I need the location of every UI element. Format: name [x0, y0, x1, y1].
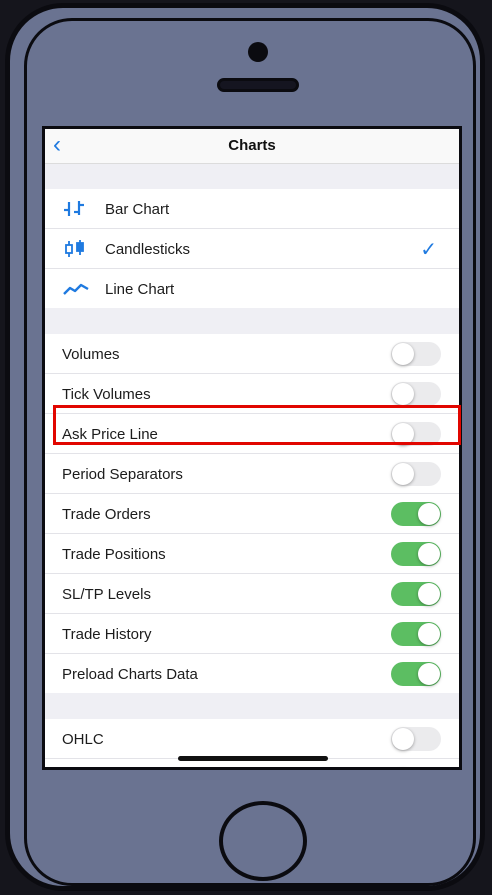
setting-label: SL/TP Levels	[62, 586, 151, 603]
toggle-knob	[392, 343, 414, 365]
toggle-knob	[418, 663, 440, 685]
toggle-knob	[392, 728, 414, 750]
toggle-switch[interactable]	[391, 502, 441, 526]
chart-type-bar[interactable]: Bar Chart	[45, 189, 459, 229]
earpiece-speaker	[217, 78, 299, 92]
setting-label: Trade Positions	[62, 546, 166, 563]
toggle-switch[interactable]	[391, 462, 441, 486]
toggle-switch[interactable]	[391, 622, 441, 646]
section-gap	[45, 308, 459, 334]
toggle-switch[interactable]	[391, 662, 441, 686]
chart-type-label: Candlesticks	[105, 241, 191, 258]
toggle-knob	[392, 463, 414, 485]
checkmark-icon: ✓	[420, 239, 437, 261]
setting-row-trade-positions[interactable]: Trade Positions	[45, 534, 459, 574]
setting-row-preload-charts-data[interactable]: Preload Charts Data	[45, 654, 459, 693]
front-camera	[248, 42, 268, 62]
toggle-knob	[418, 623, 440, 645]
screen: ‹ Charts Bar Chart Candlesticks ✓ Line C…	[42, 126, 462, 770]
setting-row-trade-history[interactable]: Trade History	[45, 614, 459, 654]
setting-row-sl-tp-levels[interactable]: SL/TP Levels	[45, 574, 459, 614]
toggle-knob	[392, 383, 414, 405]
navigation-bar: ‹ Charts	[45, 129, 459, 164]
highlight-box	[53, 405, 461, 445]
toggle-knob	[418, 503, 440, 525]
chart-type-label: Line Chart	[105, 281, 175, 298]
setting-label: OHLC	[62, 731, 104, 748]
setting-row-ohlc[interactable]: OHLC	[45, 719, 459, 759]
home-button[interactable]	[219, 801, 307, 881]
toggle-switch[interactable]	[391, 542, 441, 566]
home-indicator	[178, 756, 328, 761]
toggle-switch[interactable]	[391, 382, 441, 406]
bar-chart-icon	[64, 201, 84, 216]
section-gap	[45, 164, 459, 189]
chart-type-line[interactable]: Line Chart	[45, 269, 459, 308]
setting-label: Period Separators	[62, 466, 183, 483]
setting-row-trade-orders[interactable]: Trade Orders	[45, 494, 459, 534]
settings-list: Volumes Tick Volumes Ask Price Line Period …	[45, 334, 459, 693]
toggle-knob	[418, 543, 440, 565]
toggle-switch[interactable]	[391, 582, 441, 606]
setting-label: Trade Orders	[62, 506, 151, 523]
more-settings-list: OHLCData Window	[45, 719, 459, 770]
candlesticks-icon	[65, 240, 84, 257]
line-chart-icon	[63, 283, 89, 295]
toggle-switch[interactable]	[391, 767, 441, 770]
setting-label: Volumes	[62, 346, 120, 363]
setting-label: Preload Charts Data	[62, 666, 198, 683]
toggle-knob	[418, 583, 440, 605]
setting-row-volumes[interactable]: Volumes	[45, 334, 459, 374]
setting-row-period-separators[interactable]: Period Separators	[45, 454, 459, 494]
setting-label: Tick Volumes	[62, 386, 151, 403]
toggle-knob	[392, 768, 414, 770]
setting-label: Trade History	[62, 626, 152, 643]
section-gap	[45, 693, 459, 719]
page-title: Charts	[228, 137, 276, 154]
chart-type-candlesticks[interactable]: Candlesticks ✓	[45, 229, 459, 269]
toggle-switch[interactable]	[391, 342, 441, 366]
chart-type-label: Bar Chart	[105, 201, 170, 218]
toggle-switch[interactable]	[391, 727, 441, 751]
